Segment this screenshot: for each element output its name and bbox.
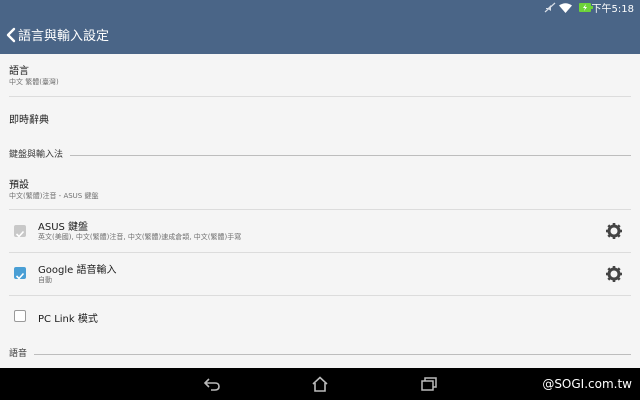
home-icon[interactable]	[304, 368, 336, 400]
setting-instant-dictionary[interactable]: 即時辭典	[0, 97, 640, 137]
back-icon[interactable]	[196, 368, 228, 400]
mute-icon	[544, 0, 556, 15]
recent-apps-icon[interactable]	[413, 368, 445, 400]
pc-link-checkbox[interactable]	[14, 310, 26, 322]
pc-link-title: PC Link 模式	[38, 314, 98, 325]
chevron-left-icon	[6, 27, 16, 43]
setting-default-summary: 中文(繁體)注音 - ASUS 鍵盤	[9, 192, 99, 200]
gear-icon[interactable]	[605, 222, 623, 244]
setting-language-title: 語言	[9, 66, 29, 77]
setting-default-title: 預設	[9, 180, 29, 191]
watermark: @SOGI.com.tw	[542, 377, 632, 391]
setting-pc-link[interactable]: PC Link 模式	[0, 296, 640, 336]
category-keyboard: 鍵盤與輸入法	[9, 150, 64, 160]
setting-asus-keyboard[interactable]: ASUS 鍵盤 英文(美國), 中文(繁體)注音, 中文(繁體)速成倉頡, 中文…	[0, 210, 640, 252]
setting-language-summary: 中文 繁體(臺灣)	[9, 78, 59, 86]
google-voice-title: Google 語音輸入	[38, 265, 117, 276]
action-bar: 語言與輸入設定	[0, 15, 640, 54]
navigation-bar: @SOGI.com.tw	[0, 368, 640, 400]
status-bar: 下午5:18	[0, 0, 640, 15]
back-button[interactable]: 語言與輸入設定	[0, 15, 109, 54]
page-title: 語言與輸入設定	[18, 29, 110, 44]
check-icon	[15, 272, 25, 280]
settings-list: 語言 中文 繁體(臺灣) 即時辭典 鍵盤與輸入法 預設 中文(繁體)注音 - A…	[0, 54, 640, 368]
google-voice-summary: 自動	[38, 276, 52, 284]
setting-instant-dictionary-title: 即時辭典	[9, 115, 49, 126]
gear-icon[interactable]	[605, 265, 623, 287]
check-icon	[15, 230, 25, 238]
asus-keyboard-summary: 英文(美國), 中文(繁體)注音, 中文(繁體)速成倉頡, 中文(繁體)手寫	[38, 233, 242, 241]
setting-google-voice[interactable]: Google 語音輸入 自動	[0, 253, 640, 295]
status-clock: 下午5:18	[591, 4, 634, 15]
wifi-icon	[559, 0, 572, 15]
asus-keyboard-title: ASUS 鍵盤	[38, 222, 89, 233]
category-speech-line	[34, 354, 631, 355]
setting-language[interactable]: 語言 中文 繁體(臺灣)	[0, 54, 640, 96]
google-voice-checkbox[interactable]	[14, 267, 26, 280]
setting-default[interactable]: 預設 中文(繁體)注音 - ASUS 鍵盤	[0, 169, 640, 209]
category-speech: 語音	[9, 349, 28, 359]
asus-keyboard-checkbox[interactable]	[14, 225, 26, 238]
category-keyboard-line	[70, 155, 631, 156]
